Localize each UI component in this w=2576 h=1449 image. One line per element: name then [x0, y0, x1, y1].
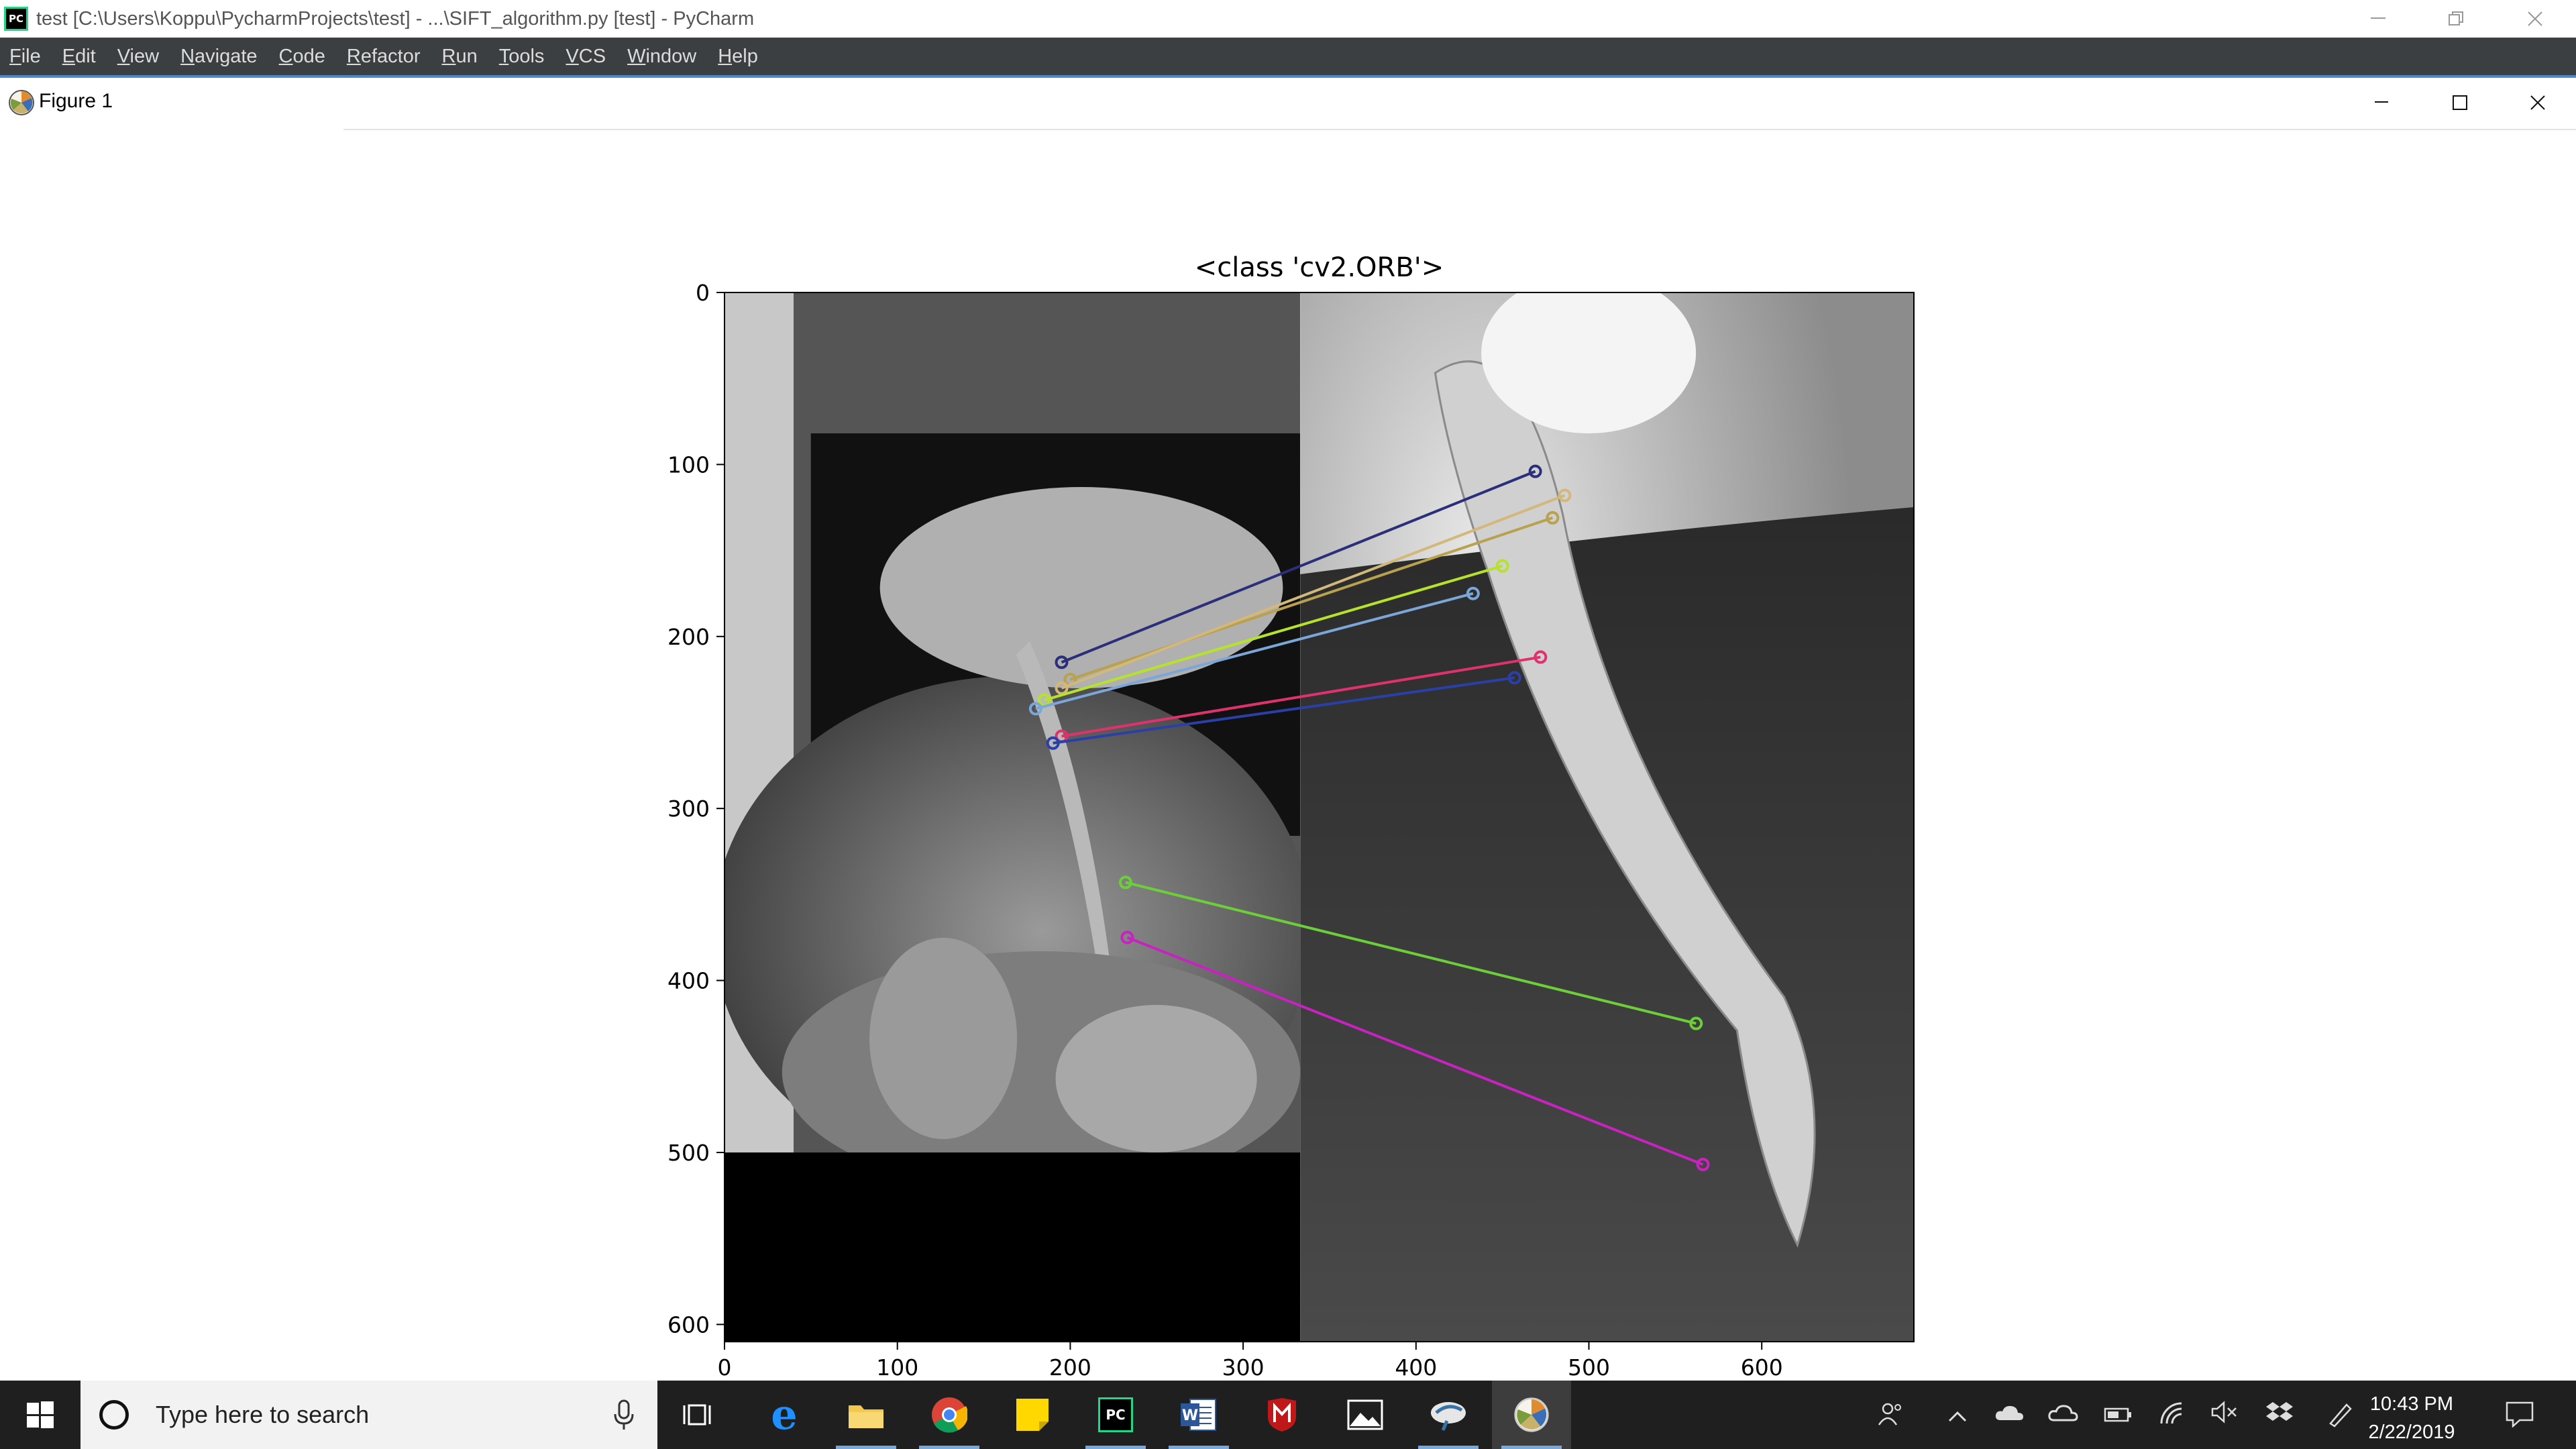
- left-image: [724, 292, 1301, 1152]
- y-tick-label: 400: [667, 968, 710, 994]
- image-padding: [724, 1152, 1301, 1342]
- windows-start-icon: [27, 1401, 54, 1428]
- task-view-button[interactable]: [657, 1381, 737, 1449]
- matplotlib-figure-app[interactable]: [1492, 1381, 1571, 1449]
- file-explorer-app[interactable]: [826, 1381, 906, 1449]
- y-tick-label: 600: [667, 1311, 710, 1338]
- pycharm-icon: PC: [1098, 1397, 1133, 1432]
- clock-time: 10:43 PM: [2369, 1393, 2454, 1415]
- battery-icon[interactable]: [2104, 1401, 2133, 1430]
- x-tick-label: 400: [1395, 1354, 1437, 1381]
- chart-title: <class 'cv2.ORB'>: [1195, 252, 1444, 283]
- photos-icon: [1347, 1399, 1383, 1430]
- y-tick-label: 500: [667, 1140, 710, 1166]
- pycharm-app[interactable]: PC: [1076, 1381, 1155, 1449]
- speaker-mute-glyph: [2211, 1401, 2237, 1424]
- folder-icon: [849, 1405, 883, 1428]
- cortana-icon: [99, 1400, 129, 1430]
- svg-text:W: W: [1182, 1407, 1198, 1424]
- y-axis: 0 100 200 300 400 500 600: [667, 280, 724, 1338]
- notification-glyph: [2506, 1401, 2534, 1428]
- word-app[interactable]: W: [1159, 1381, 1238, 1449]
- battery-glyph: [2104, 1407, 2131, 1422]
- x-axis: 0 100 200 300 400 500 600: [718, 1342, 1783, 1381]
- y-tick-label: 0: [696, 280, 710, 306]
- dropbox-icon[interactable]: [2265, 1401, 2294, 1430]
- pen-glyph: [2329, 1403, 2352, 1428]
- y-tick-label: 100: [667, 451, 710, 478]
- action-center-icon[interactable]: [2505, 1401, 2534, 1430]
- x-tick-label: 0: [718, 1354, 732, 1381]
- start-button[interactable]: [0, 1381, 80, 1449]
- chevron-up-icon: [1948, 1411, 1967, 1422]
- onedrive-business-icon[interactable]: [2047, 1401, 2078, 1430]
- sticky-notes-app[interactable]: [993, 1381, 1072, 1449]
- pen-ink-workspace-icon[interactable]: [2325, 1401, 2355, 1430]
- python-app[interactable]: [1409, 1381, 1488, 1449]
- x-tick-label: 100: [876, 1354, 918, 1381]
- people-glyph: [1878, 1403, 1901, 1426]
- edge-app[interactable]: e: [745, 1381, 824, 1449]
- sticky-notes-icon: [1016, 1399, 1049, 1431]
- plot-canvas: <class 'cv2.ORB'> 0 100 200 300 400 500 600 0 1…: [667, 252, 1915, 1381]
- matplotlib-icon: [1514, 1397, 1549, 1432]
- people-icon[interactable]: [1876, 1401, 1905, 1430]
- photos-app[interactable]: [1326, 1381, 1405, 1449]
- clock[interactable]: 10:43 PM 2/22/2019: [2361, 1390, 2462, 1446]
- wifi-glyph: [2160, 1402, 2182, 1424]
- search-placeholder: Type here to search: [156, 1401, 370, 1428]
- edge-icon: e: [771, 1390, 798, 1439]
- mcafee-app[interactable]: [1242, 1381, 1322, 1449]
- right-image: [1300, 292, 1914, 1342]
- dropbox-glyph: [2266, 1402, 2293, 1421]
- task-view-icon: [683, 1404, 711, 1426]
- x-tick-label: 300: [1222, 1354, 1265, 1381]
- chrome-icon: [932, 1397, 967, 1433]
- x-tick-label: 200: [1049, 1354, 1091, 1381]
- clock-date: 2/22/2019: [2368, 1421, 2455, 1443]
- mcafee-shield-icon: [1268, 1398, 1296, 1432]
- python-feather-icon: [1431, 1402, 1466, 1431]
- taskbar-search-box[interactable]: Type here to search: [80, 1381, 657, 1449]
- x-tick-label: 600: [1741, 1354, 1783, 1381]
- y-tick-label: 300: [667, 796, 710, 822]
- wifi-icon[interactable]: [2157, 1401, 2187, 1430]
- onedrive-icon[interactable]: [1994, 1401, 2023, 1430]
- chrome-app[interactable]: [910, 1381, 989, 1449]
- x-tick-label: 500: [1568, 1354, 1610, 1381]
- microphone-icon[interactable]: [610, 1399, 637, 1432]
- volume-muted-icon[interactable]: [2210, 1401, 2239, 1430]
- cloud-icon: [2048, 1405, 2078, 1421]
- windows-taskbar: Type here to search e PC W 10:43 PM 2/22…: [0, 1381, 2576, 1449]
- show-hidden-icons-chevron-icon[interactable]: [1943, 1401, 1972, 1430]
- y-tick-label: 200: [667, 624, 710, 650]
- cloud-icon: [1995, 1405, 2023, 1420]
- word-icon: W: [1181, 1399, 1216, 1431]
